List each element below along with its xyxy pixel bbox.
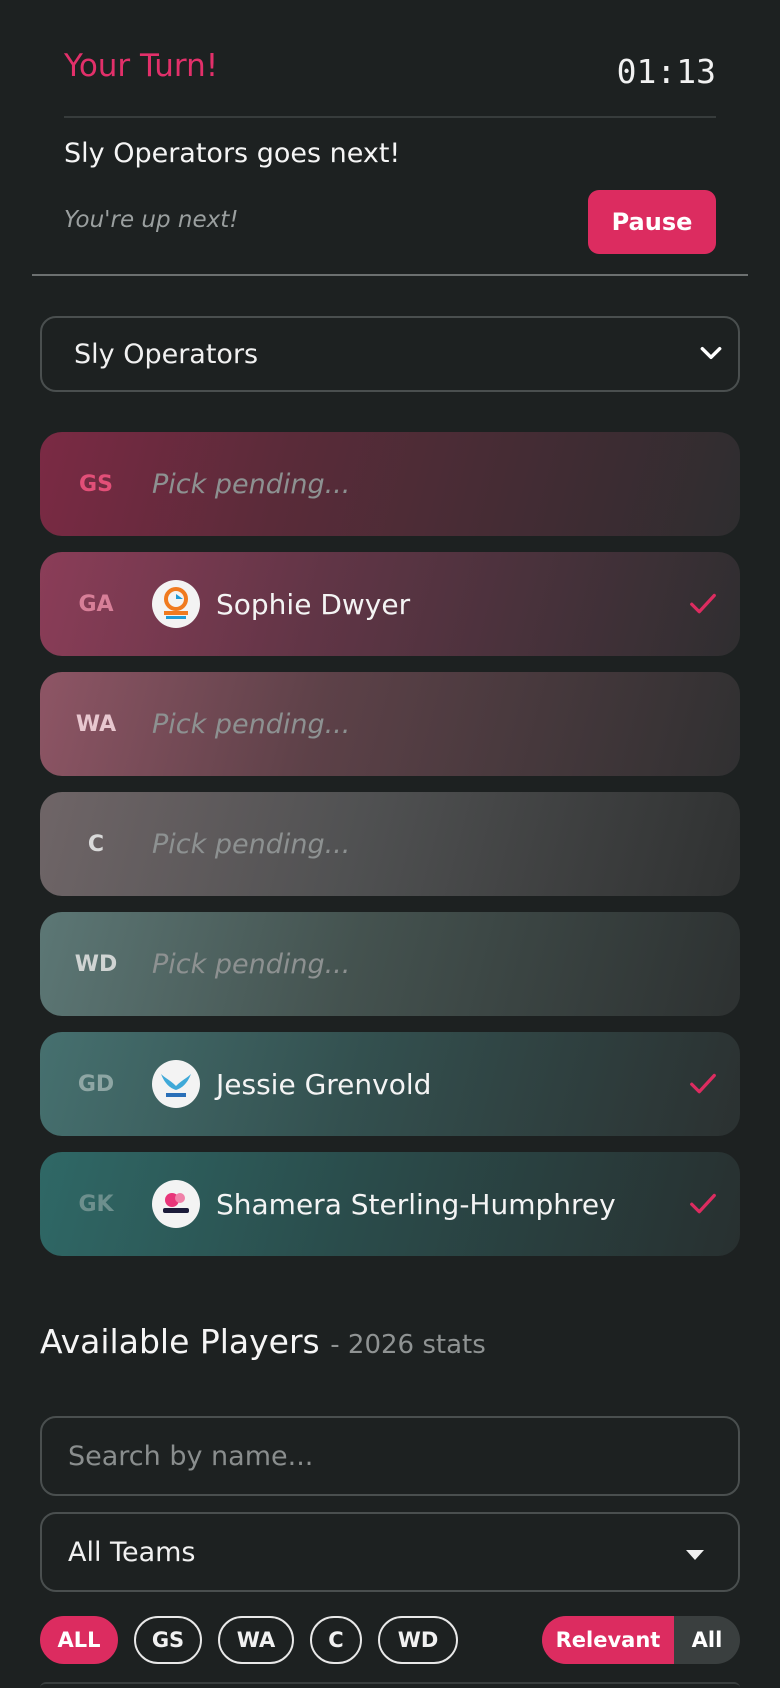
checkmark-icon bbox=[690, 1073, 716, 1094]
chevron-down-icon bbox=[700, 346, 722, 360]
pick-pending-text: Pick pending... bbox=[152, 828, 351, 860]
team-select[interactable]: Sly Operators bbox=[40, 316, 740, 392]
divider bbox=[64, 116, 716, 118]
filter-chip-wd[interactable]: WD bbox=[378, 1616, 458, 1664]
checkmark-icon bbox=[690, 1193, 716, 1214]
position-label: C bbox=[87, 831, 105, 857]
turn-header: Your Turn! 01:13 bbox=[64, 48, 716, 91]
player-name: Shamera Sterling-Humphrey bbox=[216, 1187, 616, 1221]
lineup-slot-ga[interactable]: GA Sophie Dwyer bbox=[40, 552, 740, 656]
position-label: GK bbox=[78, 1191, 114, 1217]
toggle-all[interactable]: All bbox=[674, 1616, 740, 1664]
lineup-slot-wa[interactable]: WA Pick pending... bbox=[40, 672, 740, 776]
lineup-slot-gs[interactable]: GS Pick pending... bbox=[40, 432, 740, 536]
position-label: GD bbox=[77, 1071, 115, 1097]
toggle-relevant[interactable]: Relevant bbox=[542, 1616, 674, 1664]
position-label: WD bbox=[74, 951, 118, 977]
view-toggle: Relevant All bbox=[542, 1616, 740, 1664]
lineup-slot-gd[interactable]: GD Jessie Grenvold bbox=[40, 1032, 740, 1136]
pick-timer: 01:13 bbox=[616, 52, 716, 91]
lineup-slot-c[interactable]: C Pick pending... bbox=[40, 792, 740, 896]
lineup-slot-gk[interactable]: GK Shamera Sterling-Humphrey bbox=[40, 1152, 740, 1256]
pick-pending-text: Pick pending... bbox=[152, 708, 351, 740]
filter-chip-c[interactable]: C bbox=[310, 1616, 362, 1664]
thunderbirds-logo bbox=[152, 1180, 200, 1228]
player-list-top-edge bbox=[40, 1682, 740, 1688]
player-name: Sophie Dwyer bbox=[216, 587, 411, 621]
stats-season-label: - 2026 stats bbox=[330, 1330, 486, 1360]
pick-pending-text: Pick pending... bbox=[152, 948, 351, 980]
pick-pending-text: Pick pending... bbox=[152, 468, 351, 500]
caret-down-icon bbox=[686, 1550, 704, 1560]
checkmark-icon bbox=[690, 593, 716, 614]
filter-chip-gs[interactable]: GS bbox=[134, 1616, 202, 1664]
mavericks-logo bbox=[152, 1060, 200, 1108]
filter-chip-wa[interactable]: WA bbox=[218, 1616, 294, 1664]
player-name: Jessie Grenvold bbox=[216, 1067, 432, 1101]
lineup-slot-wd[interactable]: WD Pick pending... bbox=[40, 912, 740, 1016]
available-players-heading: Available Players - 2026 stats bbox=[40, 1322, 486, 1361]
giants-netball-logo bbox=[152, 580, 200, 628]
position-label: GA bbox=[78, 591, 114, 617]
available-players-title: Available Players bbox=[40, 1322, 320, 1361]
search-input[interactable] bbox=[40, 1416, 740, 1496]
pause-button[interactable]: Pause bbox=[588, 190, 716, 254]
team-filter-value: All Teams bbox=[68, 1536, 196, 1568]
position-label: WA bbox=[75, 711, 117, 737]
position-label: GS bbox=[79, 471, 113, 497]
next-team-text: Sly Operators goes next! bbox=[64, 138, 401, 169]
up-next-text: You're up next! bbox=[64, 207, 239, 233]
team-filter-select[interactable]: All Teams bbox=[40, 1512, 740, 1592]
team-select-value: Sly Operators bbox=[74, 338, 259, 370]
section-divider bbox=[32, 274, 748, 276]
filter-chip-all[interactable]: ALL bbox=[40, 1616, 118, 1664]
